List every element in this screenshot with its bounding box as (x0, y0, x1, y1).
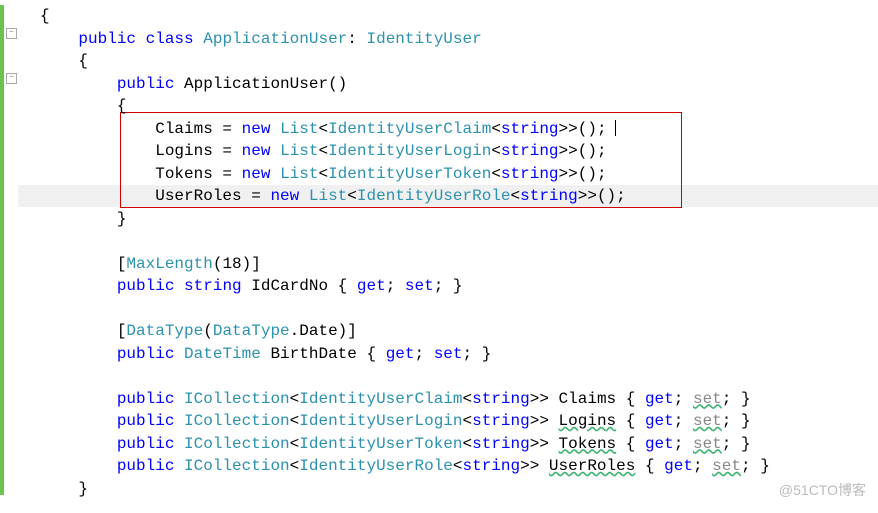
brace-close: } (20, 208, 878, 231)
watermark-text: @51CTO博客 (779, 479, 866, 502)
class-declaration: public class ApplicationUser: IdentityUs… (20, 28, 878, 51)
text-cursor-icon (615, 120, 616, 136)
ctor-line-userroles: UserRoles = new List<IdentityUserRole<st… (20, 185, 878, 208)
ctor-line-tokens: Tokens = new List<IdentityUserToken<stri… (20, 163, 878, 186)
brace-open: { (20, 50, 878, 73)
maxlength-attribute: [MaxLength(18)] (20, 253, 878, 276)
blank-line (20, 365, 878, 388)
code-editor[interactable]: { public class ApplicationUser: Identity… (0, 0, 878, 500)
blank-line (20, 298, 878, 321)
brace-close: } (20, 478, 878, 501)
collection-tokens: public ICollection<IdentityUserToken<str… (20, 433, 878, 456)
ctor-line-claims: Claims = new List<IdentityUserClaim<stri… (20, 118, 878, 141)
collection-claims: public ICollection<IdentityUserClaim<str… (20, 388, 878, 411)
birthdate-property: public DateTime BirthDate { get; set; } (20, 343, 878, 366)
brace-open: { (20, 95, 878, 118)
ctor-line-logins: Logins = new List<IdentityUserLogin<stri… (20, 140, 878, 163)
blank-line (20, 230, 878, 253)
collection-userroles: public ICollection<IdentityUserRole<stri… (20, 455, 878, 478)
collection-logins: public ICollection<IdentityUserLogin<str… (20, 410, 878, 433)
idcardno-property: public string IdCardNo { get; set; } (20, 275, 878, 298)
brace-open: { (20, 5, 878, 28)
constructor-declaration: public ApplicationUser() (20, 73, 878, 96)
datatype-attribute: [DataType(DataType.Date)] (20, 320, 878, 343)
